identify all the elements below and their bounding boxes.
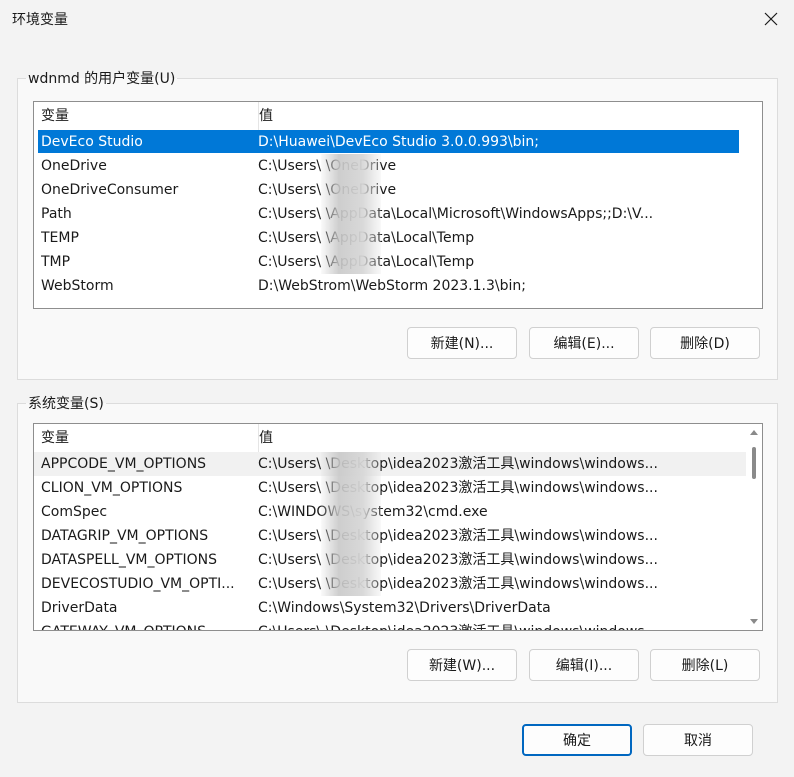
- redaction-blur: [321, 452, 381, 596]
- variable-name: OneDriveConsumer: [41, 182, 179, 198]
- table-row[interactable]: TMP C:\Users\ \AppData\Local\Temp: [34, 250, 762, 274]
- column-header-name[interactable]: 变量: [34, 102, 259, 130]
- variable-name: APPCODE_VM_OPTIONS: [41, 456, 207, 472]
- variable-name: WebStorm: [41, 278, 114, 294]
- variable-name: DriverData: [41, 600, 118, 616]
- variable-name: DEVECOSTUDIO_VM_OPTI...: [41, 576, 235, 592]
- vertical-scrollbar[interactable]: [746, 424, 762, 630]
- table-row[interactable]: ComSpec C:\WINDOWS\system32\cmd.exe: [34, 500, 762, 524]
- cancel-button[interactable]: 取消: [643, 724, 753, 756]
- variable-name: DevEco Studio: [41, 134, 143, 150]
- title-bar: 环境变量: [0, 0, 794, 38]
- variable-value: D:\WebStrom\WebStorm 2023.1.3\bin;: [258, 278, 526, 294]
- column-header-name[interactable]: 变量: [34, 424, 259, 452]
- table-row[interactable]: DATAGRIP_VM_OPTIONS C:\Users\ \Desktop\i…: [34, 524, 762, 548]
- table-row[interactable]: TEMP C:\Users\ \AppData\Local\Temp: [34, 226, 762, 250]
- table-row[interactable]: CLION_VM_OPTIONS C:\Users\ \Desktop\idea…: [34, 476, 762, 500]
- table-row[interactable]: OneDriveConsumer C:\Users\ \OneDrive: [34, 178, 762, 202]
- system-new-button[interactable]: 新建(W)...: [407, 649, 517, 681]
- redaction-blur: [321, 154, 381, 274]
- table-row[interactable]: DriverData C:\Windows\System32\Drivers\D…: [34, 596, 762, 620]
- list-header: 变量 值: [34, 102, 762, 130]
- window-title: 环境变量: [12, 12, 68, 28]
- table-row[interactable]: DATASPELL_VM_OPTIONS C:\Users\ \Desktop\…: [34, 548, 762, 572]
- table-row[interactable]: Path C:\Users\ \AppData\Local\Microsoft\…: [34, 202, 762, 226]
- user-variables-legend: wdnmd 的用户变量(U): [28, 71, 176, 87]
- ok-button[interactable]: 确定: [522, 724, 632, 756]
- system-variables-list[interactable]: 变量 值 APPCODE_VM_OPTIONS C:\Users\ \Deskt…: [33, 423, 763, 631]
- variable-name: Path: [41, 206, 72, 222]
- user-variables-list[interactable]: 变量 值 DevEco Studio D:\Huawei\DevEco Stud…: [33, 101, 763, 309]
- system-edit-button[interactable]: 编辑(I)...: [529, 649, 639, 681]
- system-variables-legend: 系统变量(S): [28, 396, 104, 412]
- system-delete-button[interactable]: 删除(L): [650, 649, 760, 681]
- table-row[interactable]: GATEWAY_VM_OPTIONS C:\Users\ \Desktop\id…: [34, 620, 762, 630]
- table-row[interactable]: DEVECOSTUDIO_VM_OPTI... C:\Users\ \Deskt…: [34, 572, 762, 596]
- close-button[interactable]: [748, 0, 794, 38]
- variable-name: TMP: [41, 254, 71, 270]
- list-header: 变量 值: [34, 424, 762, 452]
- column-header-value[interactable]: 值: [259, 424, 273, 452]
- variable-name: ComSpec: [41, 504, 108, 520]
- variable-value: C:\Windows\System32\Drivers\DriverData: [258, 600, 551, 616]
- variable-name: OneDrive: [41, 158, 107, 174]
- table-row[interactable]: OneDrive C:\Users\ \OneDrive: [34, 154, 762, 178]
- variable-value: C:\Users\ \Desktop\idea2023激活工具\windows\…: [258, 620, 736, 630]
- user-edit-button[interactable]: 编辑(E)...: [529, 327, 639, 359]
- scroll-down-arrow-icon[interactable]: [750, 619, 758, 624]
- variable-name: DATAGRIP_VM_OPTIONS: [41, 528, 209, 544]
- table-row[interactable]: DevEco Studio D:\Huawei\DevEco Studio 3.…: [34, 130, 762, 154]
- user-new-button[interactable]: 新建(N)...: [407, 327, 517, 359]
- table-row[interactable]: APPCODE_VM_OPTIONS C:\Users\ \Desktop\id…: [34, 452, 762, 476]
- variable-name: DATASPELL_VM_OPTIONS: [41, 552, 218, 568]
- column-header-value[interactable]: 值: [259, 102, 273, 130]
- scroll-up-arrow-icon[interactable]: [750, 430, 758, 435]
- table-row[interactable]: WebStorm D:\WebStrom\WebStorm 2023.1.3\b…: [34, 274, 762, 298]
- variable-name: CLION_VM_OPTIONS: [41, 480, 183, 496]
- variable-name: TEMP: [41, 230, 79, 246]
- close-icon: [764, 12, 778, 26]
- variable-value: D:\Huawei\DevEco Studio 3.0.0.993\bin;: [258, 134, 540, 150]
- scroll-thumb[interactable]: [752, 447, 756, 479]
- variable-name: GATEWAY_VM_OPTIONS: [41, 620, 251, 630]
- user-delete-button[interactable]: 删除(D): [650, 327, 760, 359]
